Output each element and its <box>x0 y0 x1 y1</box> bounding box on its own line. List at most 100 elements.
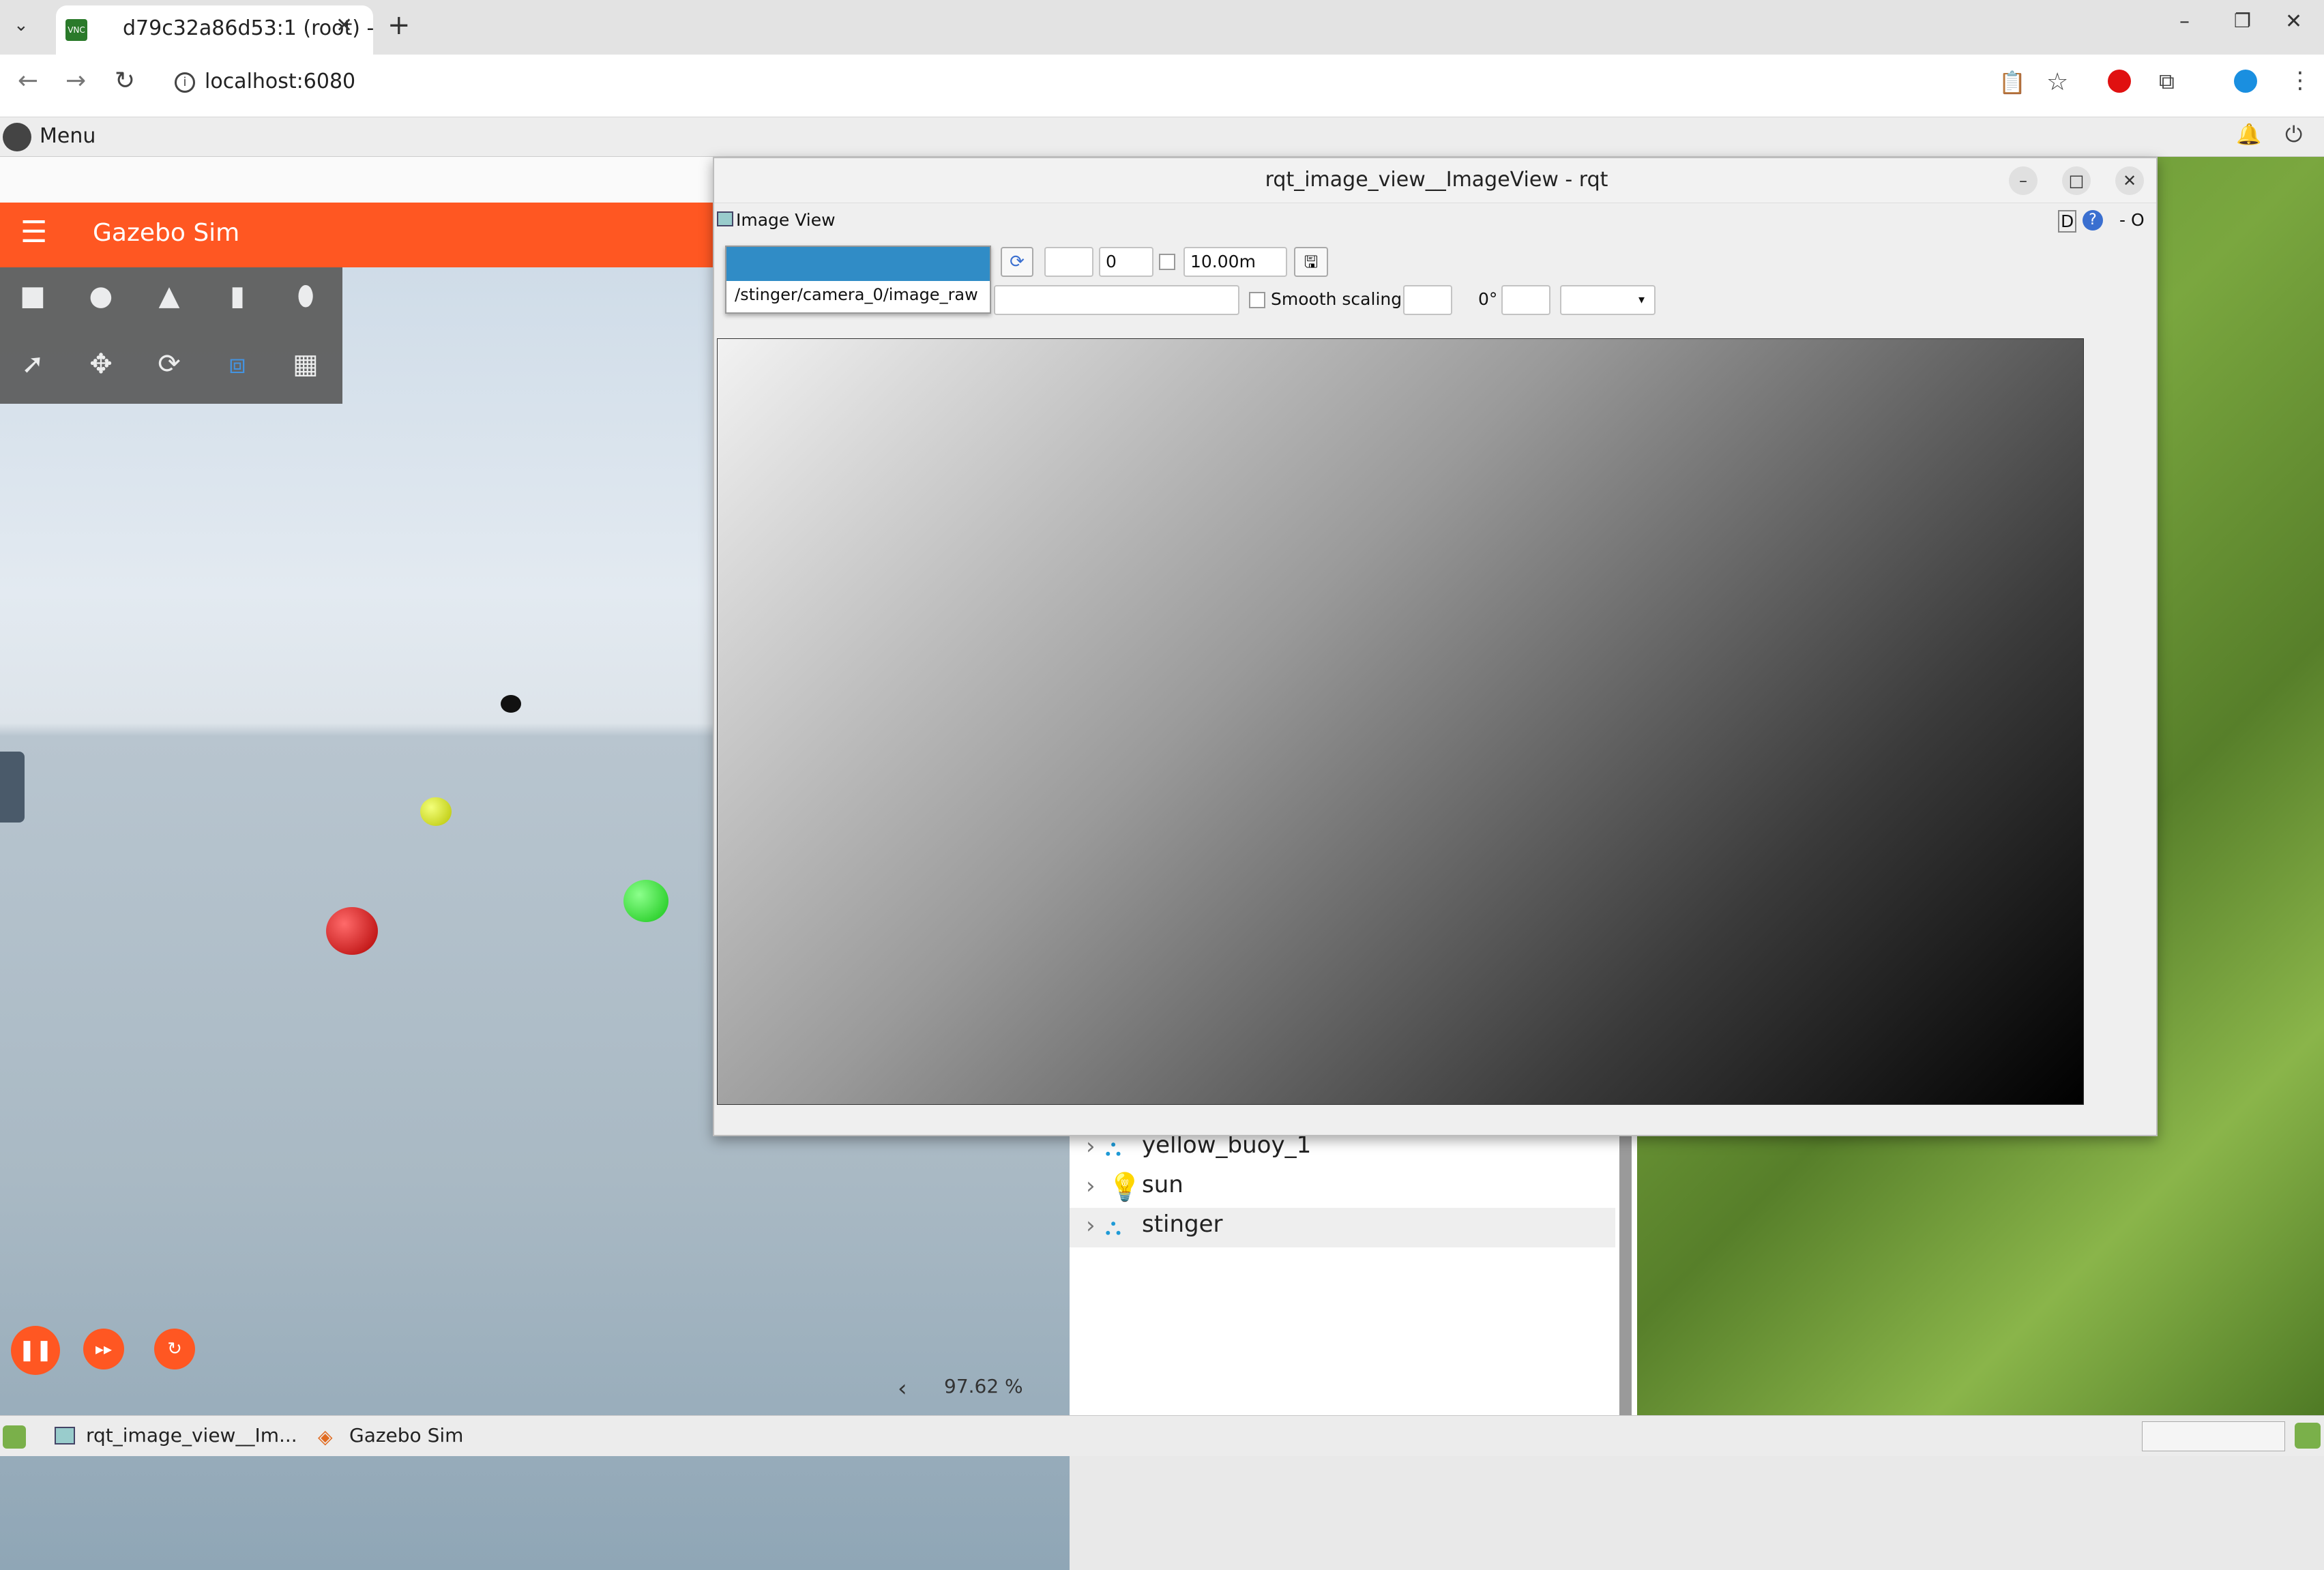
message-field[interactable] <box>994 285 1239 315</box>
taskbar-item-label: rqt_image_view__Im... <box>86 1424 297 1447</box>
rotate-icon[interactable]: ⟳ <box>150 345 188 383</box>
expand-chevron-icon[interactable]: › <box>1086 1212 1095 1239</box>
rqt-close-icon[interactable]: ✕ <box>2115 166 2144 195</box>
tree-label: stinger <box>1142 1211 1223 1238</box>
snap-icon[interactable]: ⧈ <box>218 345 256 383</box>
rqt-minimize-icon[interactable]: – <box>2009 166 2038 195</box>
tree-row[interactable]: › 💡 sun <box>1070 1168 1615 1208</box>
translate-icon[interactable]: ✥ <box>82 345 120 383</box>
side-panel-handle[interactable] <box>0 752 25 823</box>
gazebo-title: Gazebo Sim <box>93 219 240 247</box>
yellow-buoy <box>420 797 452 826</box>
green-buoy <box>623 880 668 922</box>
rotate-right-button[interactable] <box>1501 285 1550 315</box>
dropdown-highlighted-option[interactable] <box>726 247 990 281</box>
rqt-window-title: rqt_image_view__ImageView - rqt <box>1265 168 1608 192</box>
expand-chevron-icon[interactable]: › <box>1086 1172 1095 1200</box>
forward-icon[interactable]: → <box>65 67 86 95</box>
dropdown-option[interactable]: /stinger/camera_0/image_raw <box>735 285 978 304</box>
hamburger-menu-icon[interactable]: ☰ <box>20 215 47 250</box>
url-field[interactable]: localhost:6080 <box>205 70 355 93</box>
browser-tab-bar: ⌄ VNC d79c32a86d53:1 (root) - ✕ + – ❐ ✕ <box>0 0 2324 55</box>
vnc-favicon-icon: VNC <box>65 19 87 41</box>
desktop-menu-button[interactable]: Menu <box>40 124 95 148</box>
sphere-shape-icon[interactable]: ● <box>82 277 120 315</box>
cone-shape-icon[interactable]: ▲ <box>150 277 188 315</box>
zoom-readout: 97.62 % <box>944 1375 1023 1397</box>
reload-icon[interactable]: ↻ <box>115 67 135 95</box>
smooth-scaling-label: Smooth scaling <box>1271 289 1402 309</box>
taskbar-item-label: Gazebo Sim <box>349 1424 464 1447</box>
help-icon[interactable]: ? <box>2083 210 2103 231</box>
profile-avatar[interactable] <box>2234 70 2257 93</box>
shape-toolbox: ■ ● ▲ ▮ ⬮ ➚ ✥ ⟳ ⧈ ▦ <box>0 267 342 404</box>
back-icon[interactable]: ← <box>18 67 38 95</box>
reset-button[interactable]: ↻ <box>154 1329 195 1369</box>
opera-extension-icon[interactable] <box>2108 70 2131 93</box>
model-icon: ⛬ <box>1105 1213 1121 1241</box>
capsule-shape-icon[interactable]: ⬮ <box>286 277 325 315</box>
light-bulb-icon: 💡 <box>1108 1172 1142 1203</box>
clipboard-icon[interactable]: 📋 <box>1999 70 2026 95</box>
model-icon: ⛬ <box>1105 1134 1121 1161</box>
power-icon[interactable]: ⏻ <box>2285 121 2302 148</box>
tree-scrollbar[interactable] <box>1619 1129 1632 1415</box>
taskbar-item[interactable]: ◈ Gazebo Sim <box>314 1423 477 1450</box>
distro-logo-icon[interactable] <box>3 123 31 151</box>
image-view-plugin-icon <box>717 211 733 226</box>
grid-icon[interactable]: ▦ <box>286 345 325 383</box>
close-browser-icon[interactable]: ✕ <box>2285 10 2302 33</box>
range-value-field[interactable]: 10.00m <box>1183 247 1287 277</box>
expand-chevron-icon[interactable]: › <box>1086 1133 1095 1160</box>
smooth-scaling-checkbox[interactable] <box>1249 292 1265 308</box>
rqt-title-bar[interactable]: rqt_image_view__ImageView - rqt – □ ✕ <box>714 158 2156 203</box>
box-shape-icon[interactable]: ■ <box>14 277 52 315</box>
bookmark-star-icon[interactable]: ☆ <box>2046 68 2068 96</box>
start-icon[interactable] <box>3 1425 26 1449</box>
site-info-icon[interactable]: i <box>175 72 195 93</box>
select-arrow-icon[interactable]: ➚ <box>14 345 52 383</box>
step-button[interactable]: ▸▸ <box>83 1329 124 1369</box>
pause-button[interactable]: ❚❚ <box>11 1326 60 1375</box>
close-tab-icon[interactable]: ✕ <box>336 14 353 38</box>
range-checkbox[interactable] <box>1159 254 1175 270</box>
rqt-window: rqt_image_view__ImageView - rqt – □ ✕ Im… <box>713 157 2158 1136</box>
notifications-bell-icon[interactable]: 🔔 <box>2236 123 2261 147</box>
entity-tree: › ⛬ yellow_buoy_1 › 💡 sun › ⛬ stinger <box>1070 1129 1637 1415</box>
topic-filter-field[interactable] <box>1044 247 1093 277</box>
rqt-maximize-icon[interactable]: □ <box>2062 166 2091 195</box>
address-bar-row: ← → ↻ i localhost:6080 📋 ☆ ⧉ ⋮ <box>0 55 2324 117</box>
workspace-switcher[interactable] <box>2142 1421 2285 1451</box>
browser-tab[interactable]: VNC d79c32a86d53:1 (root) - ✕ <box>56 5 374 55</box>
collapse-arrow-icon[interactable]: ‹ <box>898 1375 907 1402</box>
rotate-left-button[interactable] <box>1403 285 1452 315</box>
restore-browser-icon[interactable]: ❐ <box>2234 10 2251 32</box>
camera-image-display[interactable] <box>717 338 2084 1105</box>
cylinder-shape-icon[interactable]: ▮ <box>218 277 256 315</box>
black-buoy <box>501 695 521 713</box>
save-image-icon[interactable]: 🖫 <box>1294 247 1328 277</box>
extensions-puzzle-icon[interactable]: ⧉ <box>2159 68 2175 95</box>
tray-icon[interactable] <box>2295 1423 2321 1449</box>
tree-label: sun <box>1142 1171 1183 1198</box>
refresh-topics-icon[interactable]: ⟳ <box>1001 247 1033 277</box>
rqt-app-icon <box>55 1427 75 1445</box>
rotation-label: 0° <box>1478 289 1498 309</box>
gazebo-app-icon: ◈ <box>318 1425 333 1448</box>
desktop-top-panel: Menu 🔔 ⏻ <box>0 117 2324 157</box>
red-buoy <box>326 907 378 955</box>
minimize-browser-icon[interactable]: – <box>2179 10 2190 33</box>
plugin-close-controls[interactable]: - O <box>2119 210 2145 230</box>
dock-button[interactable]: D <box>2058 210 2077 233</box>
tab-list-icon[interactable]: ⌄ <box>14 15 29 35</box>
browser-menu-icon[interactable]: ⋮ <box>2289 67 2312 94</box>
taskbar-item[interactable]: rqt_image_view__Im... <box>48 1423 307 1450</box>
tree-row[interactable]: › ⛬ stinger <box>1070 1208 1615 1247</box>
new-tab-icon[interactable]: + <box>387 10 411 41</box>
plugin-title: Image View <box>736 210 836 230</box>
gazebo-title-bar: ☰ Gazebo Sim <box>0 203 713 267</box>
desktop-taskbar: rqt_image_view__Im... ◈ Gazebo Sim <box>0 1415 2324 1456</box>
topic-dropdown[interactable]: /stinger/camera_0/image_raw <box>725 246 991 314</box>
color-scheme-select[interactable]: ▾ <box>1560 285 1656 315</box>
spin-value-field[interactable]: 0 <box>1099 247 1153 277</box>
